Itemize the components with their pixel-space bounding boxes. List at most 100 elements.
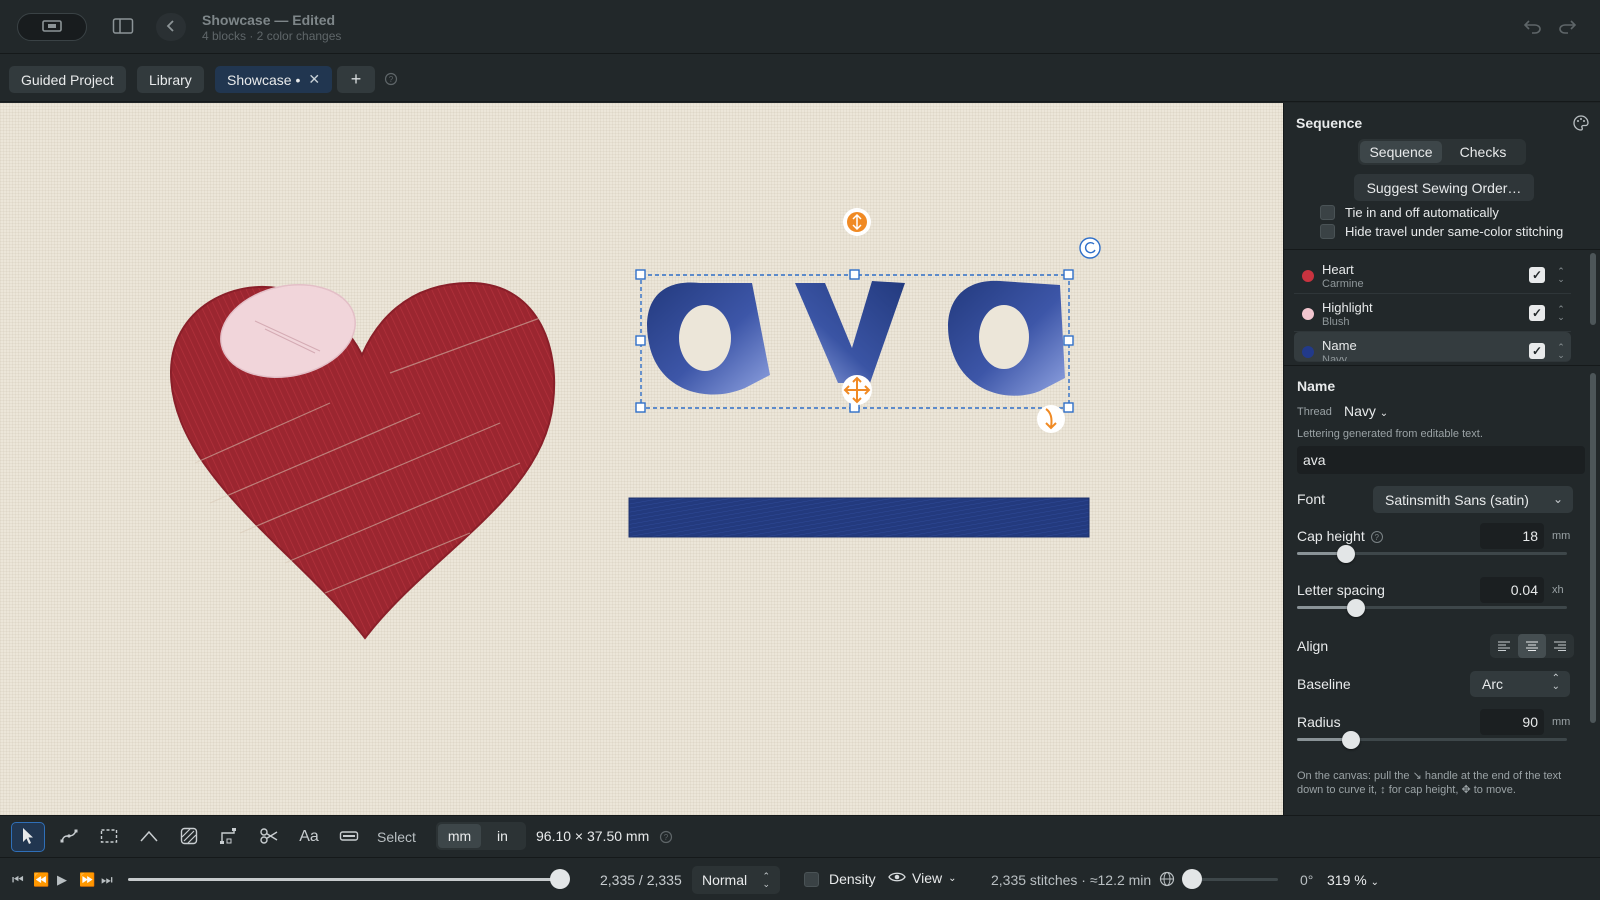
path-nodes-icon: [219, 827, 239, 848]
thread-select[interactable]: Navy ⌄: [1344, 403, 1388, 419]
letter-spacing-input[interactable]: 0.04: [1480, 577, 1544, 603]
radius-slider[interactable]: [1297, 731, 1567, 749]
density-toggle[interactable]: Density: [804, 871, 876, 887]
curve-handle[interactable]: [1037, 405, 1065, 433]
palette-icon[interactable]: [1572, 114, 1590, 135]
align-center-button[interactable]: [1518, 634, 1546, 658]
cap-height-label: Cap height?: [1297, 528, 1383, 544]
move-handle[interactable]: [842, 375, 872, 405]
cap-height-input[interactable]: 18: [1480, 523, 1544, 549]
chevron-down-icon: ⌄: [1552, 492, 1563, 506]
radius-input[interactable]: 90: [1480, 709, 1544, 735]
embroidery-canvas[interactable]: [0, 103, 1283, 815]
underline-bar[interactable]: [628, 497, 1090, 538]
line-tool[interactable]: [132, 822, 166, 852]
panel-title: Sequence: [1296, 115, 1363, 131]
text-tool[interactable]: Aa: [292, 822, 326, 852]
radius-unit: mm: [1552, 716, 1571, 728]
checkbox[interactable]: [1320, 224, 1335, 239]
properties-scrollbar[interactable]: [1590, 373, 1596, 723]
step-back-icon[interactable]: ⏪: [33, 872, 49, 888]
undo-button[interactable]: [1518, 13, 1548, 41]
eye-icon: [888, 870, 906, 886]
step-forward-icon[interactable]: ⏩: [79, 872, 95, 888]
help-icon[interactable]: ?: [1370, 531, 1383, 543]
baseline-value: Arc: [1482, 676, 1503, 692]
hatch-fill-icon: [180, 827, 198, 848]
stitch-count: 2,335 / 2,335: [600, 872, 682, 888]
back-button[interactable]: [156, 13, 186, 41]
redo-button[interactable]: [1552, 13, 1582, 41]
reorder-icon[interactable]: ⌃ ⌄: [1555, 305, 1567, 322]
zoom-slider-knob[interactable]: [1182, 869, 1202, 889]
font-select[interactable]: Satinsmith Sans (satin) ⌄: [1373, 486, 1573, 513]
node-edit-tool[interactable]: [52, 822, 86, 852]
visibility-checkbox[interactable]: ✓: [1529, 343, 1545, 359]
stitch-progress-knob[interactable]: [550, 869, 570, 889]
stitch-progress-track[interactable]: [128, 878, 560, 881]
letter-spacing-slider[interactable]: [1297, 599, 1567, 617]
select-tool[interactable]: [11, 822, 45, 852]
tie-in-option[interactable]: Tie in and off automatically: [1320, 205, 1499, 220]
path-tool[interactable]: [212, 822, 246, 852]
unit-in[interactable]: in: [481, 824, 524, 848]
tab-showcase[interactable]: Showcase • ✕: [215, 66, 333, 93]
block-name: Name: [1322, 338, 1357, 353]
checkbox[interactable]: [1320, 205, 1335, 220]
fill-tool[interactable]: [172, 822, 206, 852]
suggest-sewing-order-button[interactable]: Suggest Sewing Order…: [1354, 174, 1534, 201]
reorder-icon[interactable]: ⌃ ⌄: [1555, 343, 1567, 360]
undo-icon: [1523, 18, 1543, 37]
plus-icon: +: [350, 69, 362, 89]
document-subtitle: 4 blocks · 2 color changes: [202, 29, 342, 43]
add-tab-button[interactable]: +: [337, 66, 375, 93]
chevron-down-icon: ⌄: [948, 872, 957, 884]
list-item[interactable]: Heart Carmine ✓ ⌃ ⌄: [1294, 256, 1571, 294]
checkbox[interactable]: [804, 871, 819, 887]
hide-travel-option[interactable]: Hide travel under same-color stitching: [1320, 224, 1563, 239]
cap-height-handle[interactable]: [843, 208, 871, 236]
sidebar-toggle-button[interactable]: [108, 13, 138, 41]
align-right-button[interactable]: [1546, 634, 1574, 658]
unit-mm[interactable]: mm: [438, 824, 481, 848]
device-button[interactable]: [17, 13, 87, 41]
globe-icon[interactable]: [1159, 871, 1175, 890]
canvas-artwork: [169, 208, 1101, 640]
tab-guided-project[interactable]: Guided Project: [9, 66, 126, 93]
segment-checks[interactable]: Checks: [1442, 141, 1524, 163]
visibility-checkbox[interactable]: ✓: [1529, 267, 1545, 283]
skip-start-icon[interactable]: ⏮: [12, 872, 24, 888]
letter-spacing-unit: xh: [1552, 584, 1564, 596]
view-label: View: [912, 870, 943, 886]
stitch-stats: 2,335 stitches · ≈12.2 min: [991, 872, 1152, 888]
cut-tool[interactable]: [252, 822, 286, 852]
rectangle-tool[interactable]: [92, 822, 126, 852]
list-item[interactable]: Name Navy ✓ ⌃ ⌄: [1294, 332, 1571, 362]
view-menu[interactable]: View ⌄: [888, 870, 956, 886]
play-icon[interactable]: ▶: [57, 872, 67, 888]
list-item[interactable]: Highlight Blush ✓ ⌃ ⌄: [1294, 294, 1571, 332]
skip-end-icon[interactable]: ⏭: [101, 872, 113, 888]
segment-sequence[interactable]: Sequence: [1360, 141, 1442, 163]
lettering-text-input[interactable]: ava: [1297, 446, 1585, 474]
sequence-scrollbar[interactable]: [1590, 253, 1596, 325]
cap-height-slider[interactable]: [1297, 545, 1567, 563]
close-icon[interactable]: ✕: [308, 71, 320, 88]
updown-chevron-icon: ⌃ ⌄: [1551, 673, 1560, 692]
block-name: Highlight: [1322, 300, 1373, 315]
slider-knob[interactable]: [1347, 599, 1365, 617]
visibility-checkbox[interactable]: ✓: [1529, 305, 1545, 321]
slider-knob[interactable]: [1342, 731, 1360, 749]
align-left-button[interactable]: [1490, 634, 1518, 658]
slider-knob[interactable]: [1337, 545, 1355, 563]
tab-library[interactable]: Library: [137, 66, 204, 93]
playback-mode-select[interactable]: Normal ⌃ ⌄: [692, 866, 780, 894]
zoom-select[interactable]: 319 % ⌄: [1327, 872, 1379, 888]
help-icon[interactable]: ?: [659, 830, 673, 847]
reorder-icon[interactable]: ⌃ ⌄: [1555, 267, 1567, 284]
align-center-icon: [1525, 639, 1539, 654]
rotate-handle[interactable]: [1079, 237, 1101, 259]
help-icon[interactable]: ?: [384, 72, 398, 89]
baseline-select[interactable]: Arc ⌃ ⌄: [1470, 671, 1570, 697]
satin-bar-tool[interactable]: [332, 822, 366, 852]
